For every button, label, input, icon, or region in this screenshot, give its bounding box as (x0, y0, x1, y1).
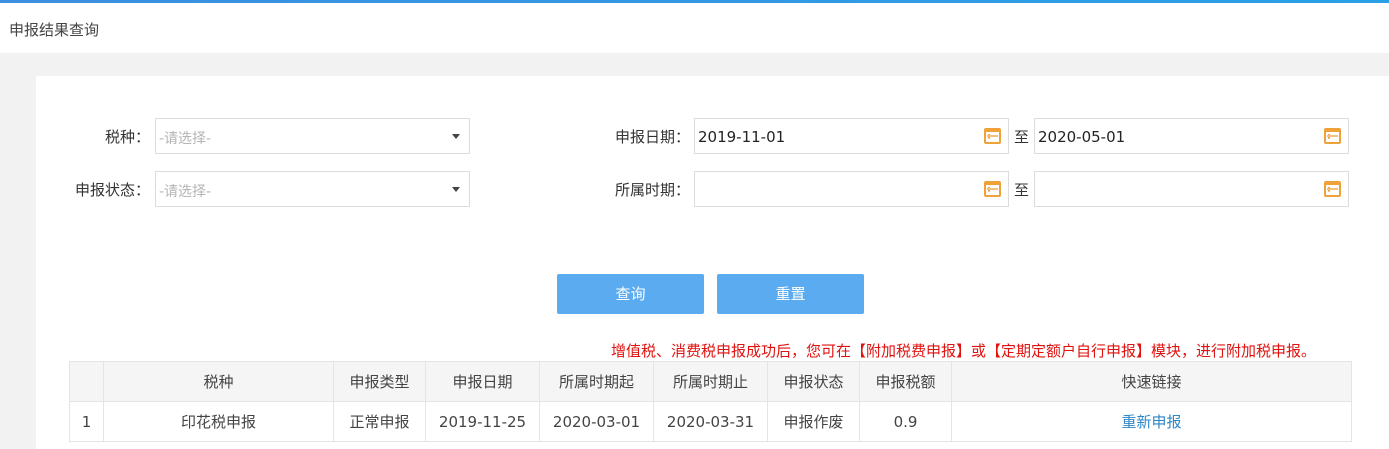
tax-type-select[interactable]: -请选择- (155, 118, 470, 154)
declare-date-from-input[interactable]: 2019-11-01 (694, 118, 1009, 154)
calendar-icon[interactable] (1324, 181, 1341, 197)
caret-down-icon (452, 134, 460, 139)
redeclare-link[interactable]: 重新申报 (951, 401, 1352, 442)
column-header: 所属时期起 (539, 361, 654, 402)
column-header (69, 361, 104, 402)
tax-type-label: 税种： (104, 128, 150, 146)
tax-amount-cell: 0.9 (859, 401, 952, 442)
declare-date-label: 申报日期： (614, 128, 690, 146)
declare-date-from-value: 2019-11-01 (698, 128, 786, 146)
page-title: 申报结果查询 (9, 21, 100, 39)
period-start-cell: 2020-03-01 (539, 401, 654, 442)
column-header: 申报类型 (333, 361, 426, 402)
title-bar: 申报结果查询 (0, 3, 1389, 53)
column-header: 快速链接 (951, 361, 1352, 402)
column-header: 税种 (103, 361, 334, 402)
column-header: 申报日期 (425, 361, 540, 402)
column-header: 所属时期止 (653, 361, 768, 402)
column-header: 申报状态 (767, 361, 860, 402)
period-label: 所属时期： (614, 181, 690, 199)
calendar-icon[interactable] (984, 181, 1001, 197)
period-to-label: 至 (1014, 181, 1030, 199)
row-index-cell: 1 (69, 401, 104, 442)
status-select[interactable]: -请选择- (155, 171, 470, 207)
calendar-icon[interactable] (984, 128, 1001, 144)
caret-down-icon (452, 187, 460, 192)
status-placeholder: -请选择- (159, 184, 212, 200)
table-header-row: 税种 申报类型 申报日期 所属时期起 所属时期止 申报状态 申报税额 快速链接 (69, 361, 1352, 402)
period-to-input[interactable] (1034, 171, 1349, 207)
declare-date-to-label: 至 (1014, 128, 1030, 146)
status-cell: 申报作废 (767, 401, 860, 442)
declare-type-cell: 正常申报 (333, 401, 426, 442)
table-row: 1 印花税申报 正常申报 2019-11-25 2020-03-01 2020-… (69, 401, 1352, 442)
tax-type-cell: 印花税申报 (103, 401, 334, 442)
tax-type-placeholder: -请选择- (159, 131, 212, 147)
declare-date-to-value: 2020-05-01 (1038, 128, 1126, 146)
declare-date-to-input[interactable]: 2020-05-01 (1034, 118, 1349, 154)
column-header: 申报税额 (859, 361, 952, 402)
period-from-input[interactable] (694, 171, 1009, 207)
declare-date-cell: 2019-11-25 (425, 401, 540, 442)
reset-button[interactable]: 重置 (717, 274, 864, 314)
status-label: 申报状态： (74, 181, 150, 199)
query-button[interactable]: 查询 (557, 274, 704, 314)
calendar-icon[interactable] (1324, 128, 1341, 144)
period-end-cell: 2020-03-31 (653, 401, 768, 442)
notice-text: 增值税、消费税申报成功后，您可在【附加税费申报】或【定期定额户自行申报】模块，进… (611, 342, 1317, 360)
results-table: 税种 申报类型 申报日期 所属时期起 所属时期止 申报状态 申报税额 快速链接 … (69, 361, 1352, 442)
